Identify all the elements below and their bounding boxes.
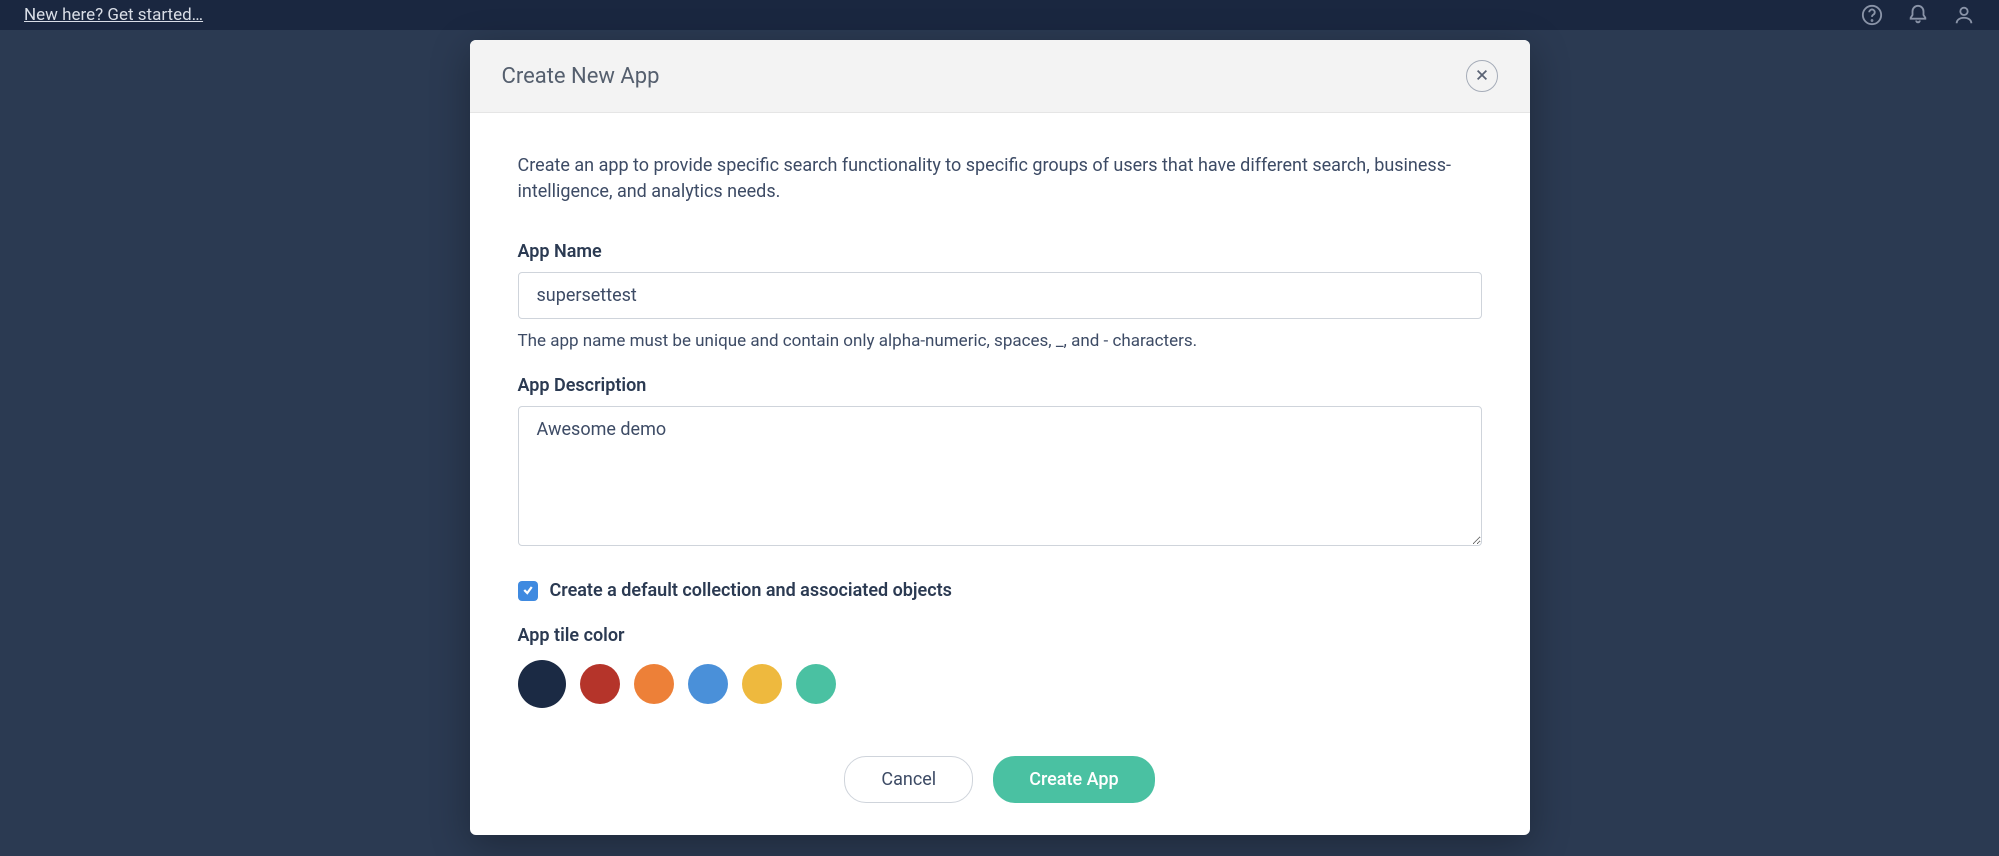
color-swatch-yellow[interactable] [742, 664, 782, 704]
get-started-link[interactable]: New here? Get started… [24, 5, 203, 25]
modal-body: Create an app to provide specific search… [470, 113, 1530, 732]
color-swatch-blue[interactable] [688, 664, 728, 704]
top-bar-icons [1861, 4, 1975, 26]
close-button[interactable] [1466, 60, 1498, 92]
top-bar: New here? Get started… [0, 0, 1999, 30]
notifications-icon[interactable] [1907, 4, 1929, 26]
color-swatch-orange[interactable] [634, 664, 674, 704]
default-collection-label[interactable]: Create a default collection and associat… [550, 580, 952, 601]
app-name-input[interactable] [518, 272, 1482, 319]
color-swatch-red[interactable] [580, 664, 620, 704]
modal-footer: Cancel Create App [470, 732, 1530, 835]
color-swatches [518, 660, 1482, 708]
default-collection-row: Create a default collection and associat… [518, 580, 1482, 601]
app-name-help-text: The app name must be unique and contain … [518, 331, 1482, 351]
app-description-label: App Description [518, 375, 1482, 396]
modal-title: Create New App [502, 64, 660, 89]
create-app-modal: Create New App Create an app to provide … [470, 40, 1530, 835]
app-description-input[interactable] [518, 406, 1482, 546]
help-icon[interactable] [1861, 4, 1883, 26]
modal-header: Create New App [470, 40, 1530, 113]
color-swatch-navy[interactable] [518, 660, 566, 708]
modal-intro-text: Create an app to provide specific search… [518, 153, 1482, 205]
check-icon [522, 581, 534, 600]
create-app-button[interactable]: Create App [993, 756, 1154, 803]
close-icon [1475, 68, 1489, 85]
cancel-button[interactable]: Cancel [844, 756, 973, 803]
app-name-label: App Name [518, 241, 1482, 262]
user-icon[interactable] [1953, 4, 1975, 26]
color-swatch-teal[interactable] [796, 664, 836, 704]
default-collection-checkbox[interactable] [518, 581, 538, 601]
tile-color-label: App tile color [518, 625, 1482, 646]
